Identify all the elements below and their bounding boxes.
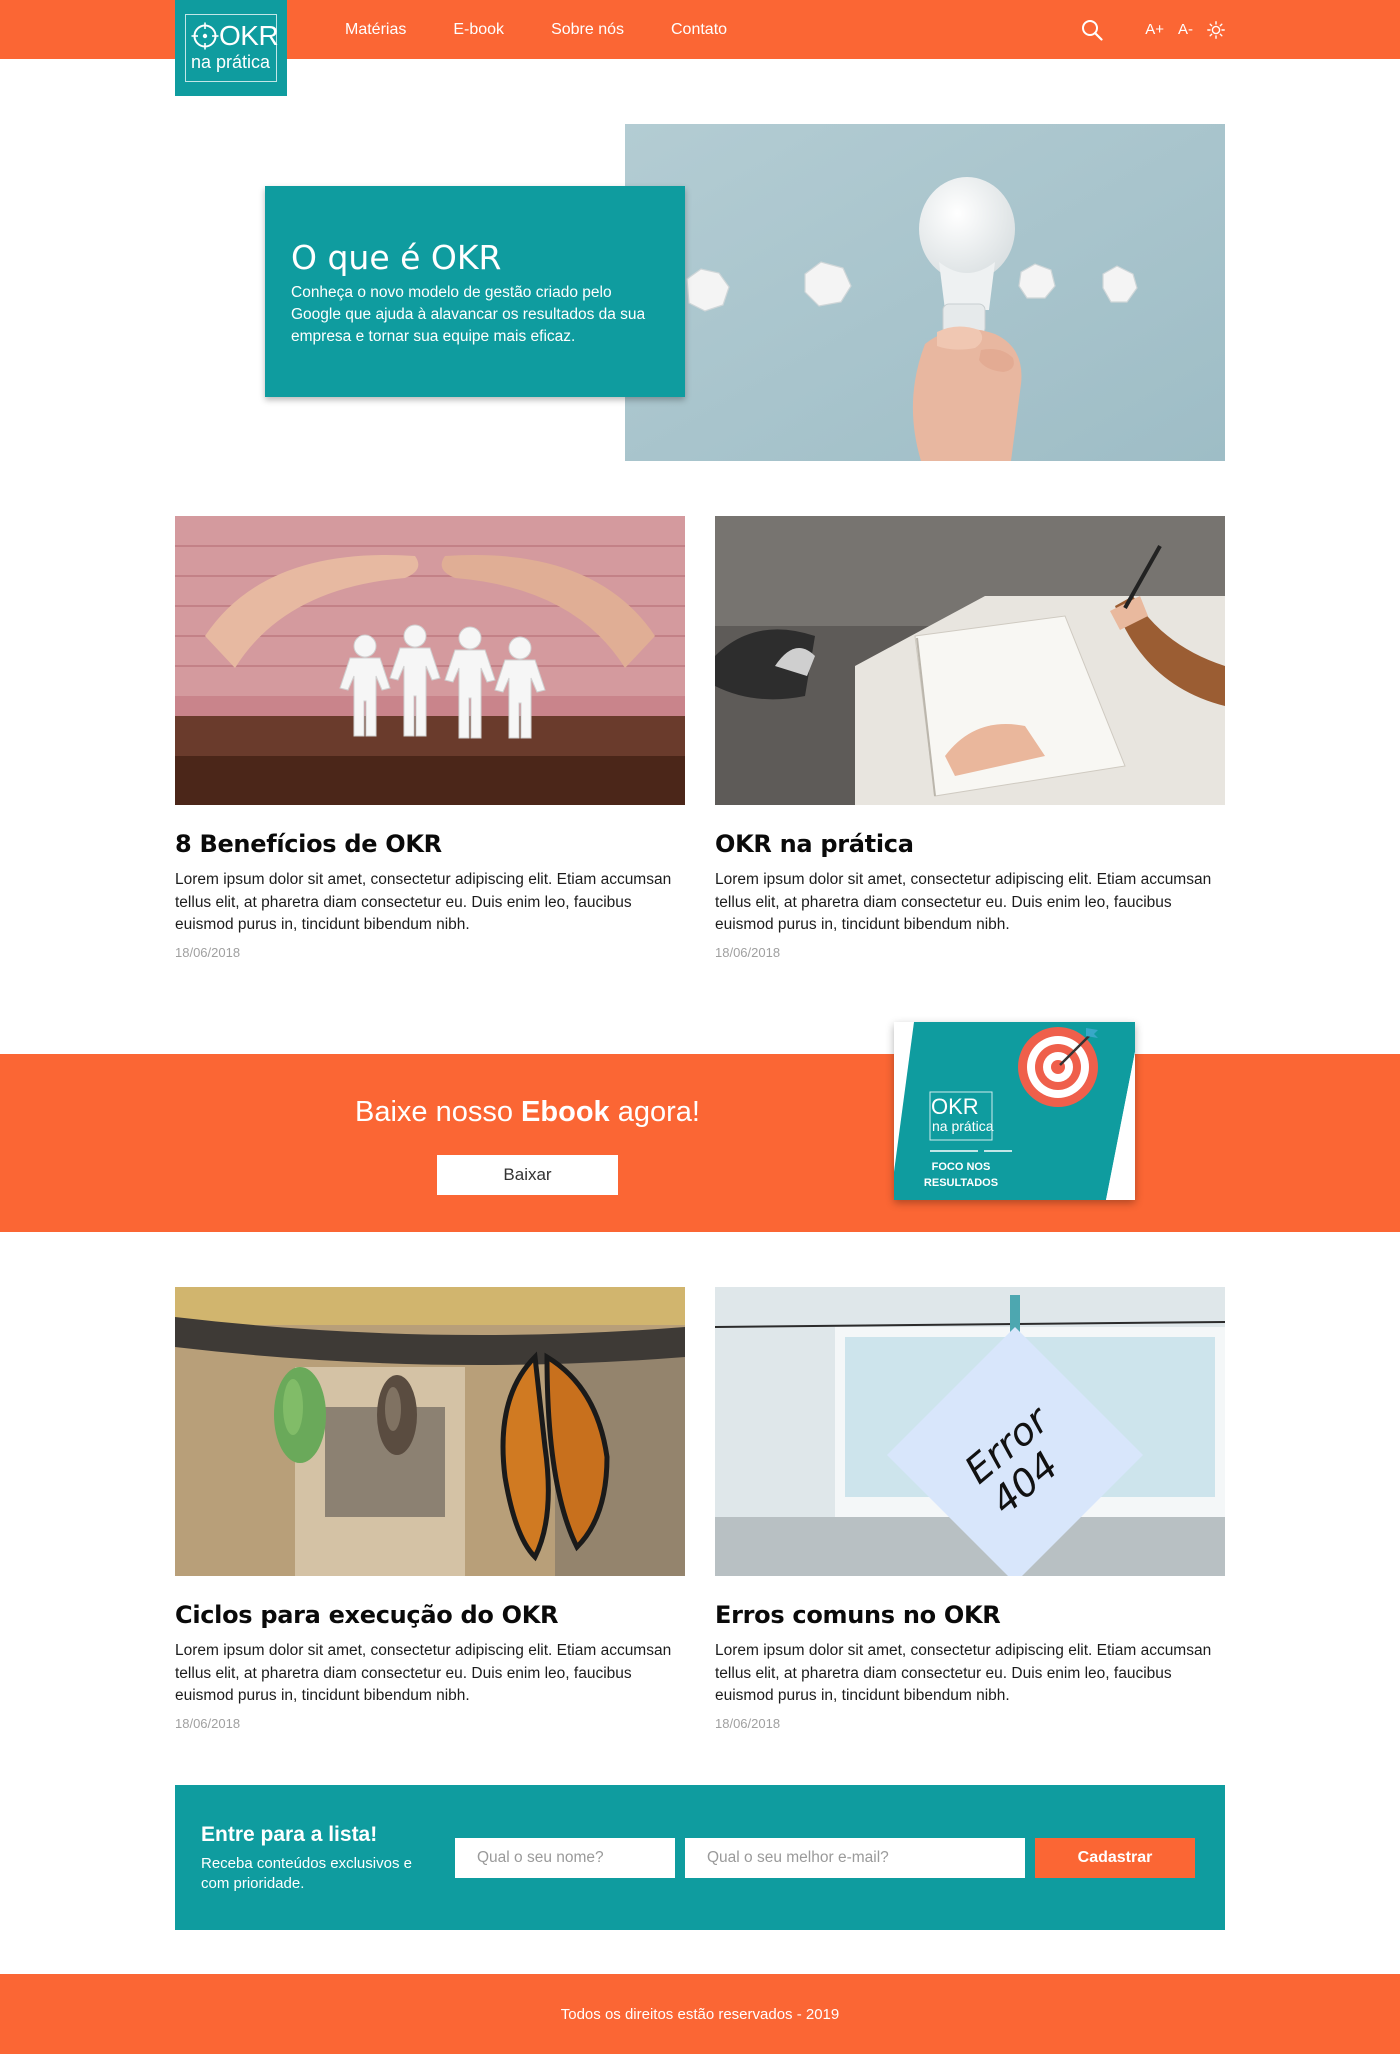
article-image-paper-people: [175, 516, 685, 805]
article-date: 18/06/2018: [715, 1715, 781, 1731]
target-icon: [191, 22, 219, 50]
ebook-cover[interactable]: OKR na prática FOCO NOS RESULTADOS: [894, 1022, 1135, 1200]
site-logo[interactable]: OKR na prática: [175, 0, 287, 96]
subscribe-button[interactable]: Cadastrar: [1035, 1838, 1195, 1878]
article-title[interactable]: OKR na prática: [715, 829, 1225, 859]
article-card[interactable]: Error 404 Erros comuns no OKR Lorem ipsu…: [715, 1287, 1225, 1731]
sun-icon[interactable]: [1207, 20, 1225, 39]
article-date: 18/06/2018: [175, 944, 241, 960]
newsletter-subtitle: Receba conteúdos exclusivos e com priori…: [201, 1855, 412, 1892]
ebook-cover-subtitle: na prática: [932, 1118, 994, 1134]
nav-materias[interactable]: Matérias: [345, 21, 406, 39]
article-image-notebook: [715, 516, 1225, 805]
article-excerpt: Lorem ipsum dolor sit amet, consectetur …: [715, 1642, 1212, 1704]
article-card[interactable]: 8 Benefícios de OKR Lorem ipsum dolor si…: [175, 516, 685, 960]
nav-sobre-nos[interactable]: Sobre nós: [551, 21, 624, 39]
hero-title: O que é OKR: [291, 238, 502, 277]
article-date: 18/06/2018: [715, 944, 781, 960]
ebook-cover-title: OKR: [931, 1094, 979, 1119]
article-image-error-note: Error 404: [715, 1287, 1225, 1576]
main-nav: Matérias E-book Sobre nós Contato: [345, 0, 774, 59]
hero-image: [625, 124, 1225, 461]
article-card[interactable]: Ciclos para execução do OKR Lorem ipsum …: [175, 1287, 685, 1731]
ebook-cover-tagline: FOCO NOS RESULTADOS: [923, 1161, 999, 1189]
article-title[interactable]: Ciclos para execução do OKR: [175, 1600, 685, 1630]
nav-ebook[interactable]: E-book: [453, 21, 504, 39]
article-title[interactable]: Erros comuns no OKR: [715, 1600, 1225, 1630]
accessibility-tools: A+ A-: [1081, 0, 1225, 59]
article-excerpt: Lorem ipsum dolor sit amet, consectetur …: [715, 871, 1212, 933]
download-ebook-button[interactable]: Baixar: [437, 1155, 618, 1195]
ebook-banner: Baixe nosso Ebook agora! Baixar: [0, 1054, 1400, 1232]
search-icon[interactable]: [1081, 19, 1103, 41]
ebook-heading: Baixe nosso Ebook agora!: [355, 1096, 700, 1128]
name-input[interactable]: [455, 1838, 675, 1878]
nav-contato[interactable]: Contato: [671, 21, 727, 39]
newsletter-box: Entre para a lista! Receba conteúdos exc…: [175, 1785, 1225, 1930]
font-increase-button[interactable]: A+: [1145, 21, 1164, 38]
logo-subtitle: na prática: [191, 52, 271, 72]
article-image-butterfly: [175, 1287, 685, 1576]
email-input[interactable]: [685, 1838, 1025, 1878]
logo-title: OKR: [219, 20, 279, 51]
footer: Todos os direitos estão reservados - 201…: [0, 1974, 1400, 2054]
copyright-text: Todos os direitos estão reservados - 201…: [560, 2005, 840, 2023]
newsletter-title: Entre para a lista!: [201, 1823, 378, 1846]
font-decrease-button[interactable]: A-: [1178, 21, 1193, 38]
article-excerpt: Lorem ipsum dolor sit amet, consectetur …: [175, 871, 672, 933]
article-card[interactable]: OKR na prática Lorem ipsum dolor sit ame…: [715, 516, 1225, 960]
article-excerpt: Lorem ipsum dolor sit amet, consectetur …: [175, 1642, 672, 1704]
hero-text: Conheça o novo modelo de gestão criado p…: [291, 284, 646, 345]
article-date: 18/06/2018: [175, 1715, 241, 1731]
target-icon: [1018, 1027, 1098, 1107]
hero-card[interactable]: O que é OKR Conheça o novo modelo de ges…: [265, 186, 685, 397]
article-title[interactable]: 8 Benefícios de OKR: [175, 829, 685, 859]
lightbulb-illustration: [625, 124, 1225, 461]
